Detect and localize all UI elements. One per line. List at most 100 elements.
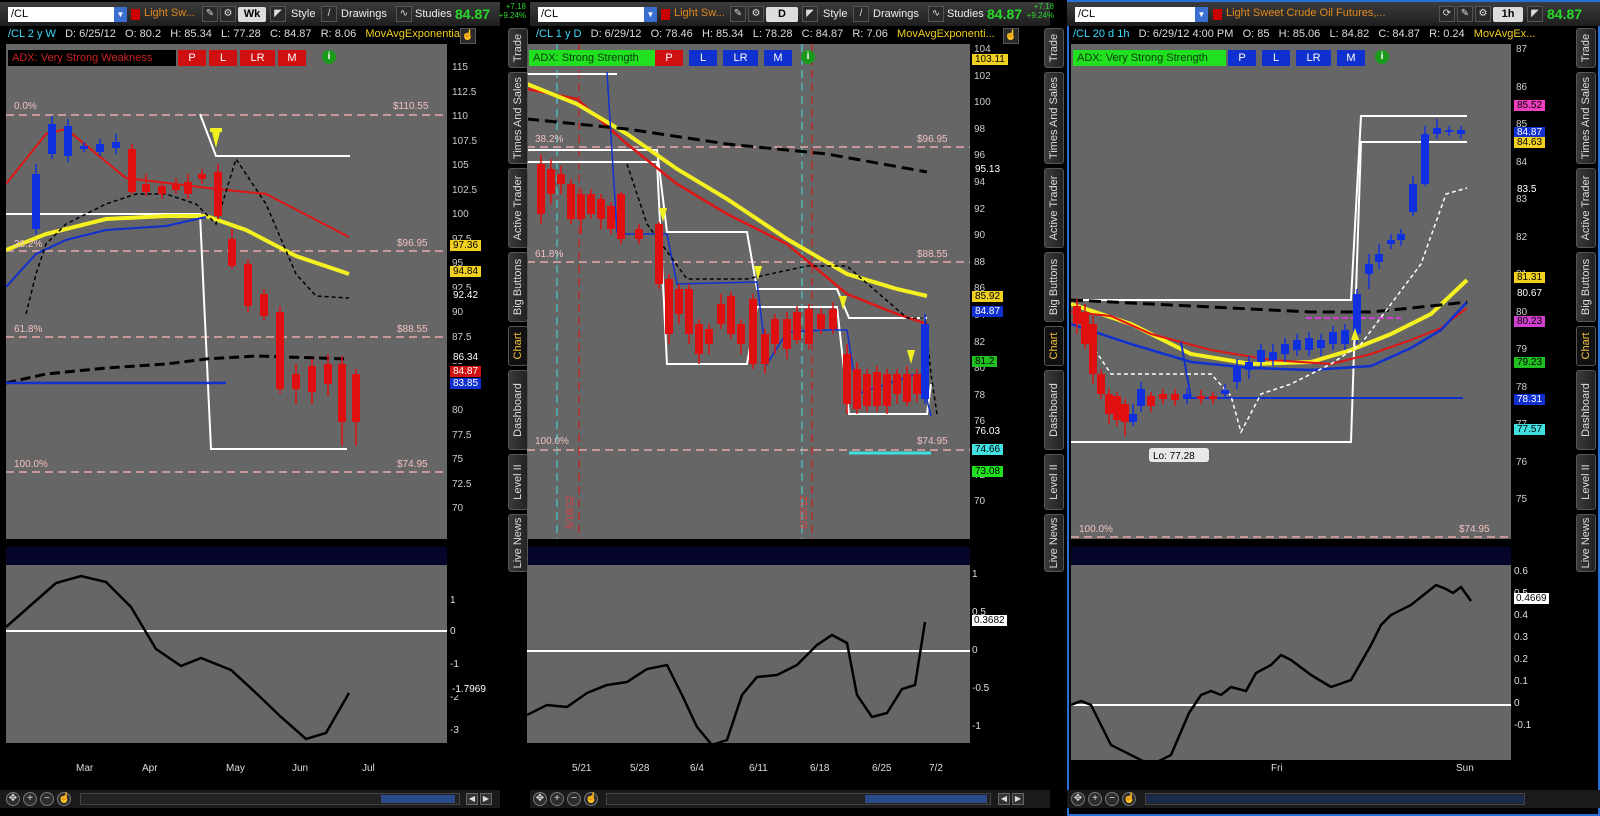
side-tab[interactable]: Active Trader	[1044, 168, 1064, 248]
chart-settings-icon[interactable]: ☝	[1003, 28, 1019, 44]
scroll-left-icon[interactable]: ◀	[998, 793, 1010, 805]
adx-button-lr[interactable]: LR	[1296, 50, 1331, 66]
oscillator-chart[interactable]	[5, 565, 447, 743]
side-tab[interactable]: Chart	[1576, 326, 1596, 366]
oscillator-chart[interactable]	[526, 565, 970, 747]
style-menu[interactable]: Style	[823, 6, 847, 22]
zoom-out-icon[interactable]: −	[1105, 792, 1119, 806]
side-tab[interactable]: Dashboard	[1044, 370, 1064, 450]
adx-button-lr[interactable]: LR	[723, 50, 758, 66]
scroll-thumb[interactable]	[865, 795, 987, 803]
style-icon[interactable]: ◤	[802, 6, 818, 22]
pan-icon[interactable]: ✥	[1071, 792, 1085, 806]
side-tab[interactable]: Trade	[1044, 28, 1064, 68]
style-icon[interactable]: ◤	[1527, 6, 1543, 22]
hand-icon[interactable]: ☝	[584, 792, 598, 806]
drawings-icon[interactable]: /	[853, 6, 869, 22]
scroll-right-icon[interactable]: ▶	[1012, 793, 1024, 805]
price-chart[interactable]: Lo: 77.28 100.0% $74.95 ADX: Very Strong…	[1070, 44, 1511, 539]
time-scrollbar[interactable]	[80, 793, 460, 805]
time-tick: 6/25	[872, 763, 892, 774]
refresh-icon[interactable]: ⟳	[1439, 6, 1455, 22]
aggregation-selector[interactable]: Wk	[238, 7, 266, 22]
change-percent: +9.24%	[498, 11, 526, 20]
side-tab[interactable]: Active Trader	[508, 168, 528, 248]
side-tab[interactable]: Level II	[1576, 454, 1596, 510]
side-tab[interactable]: Trade	[508, 28, 528, 68]
style-menu[interactable]: Style	[291, 6, 315, 22]
side-tab[interactable]: Times And Sales	[1044, 72, 1064, 164]
hand-icon[interactable]: ☝	[1122, 792, 1136, 806]
side-tab[interactable]: Live News	[1044, 514, 1064, 572]
adx-button-p[interactable]: P	[178, 50, 206, 66]
pan-icon[interactable]: ✥	[6, 792, 20, 806]
side-tab[interactable]: Dashboard	[508, 370, 528, 450]
side-tab[interactable]: Live News	[1576, 514, 1596, 572]
side-tab[interactable]: Live News	[508, 514, 528, 572]
scroll-thumb[interactable]	[1146, 795, 1524, 803]
price-chart[interactable]: 0.0% $110.55 38.2% $96.95 61.8% $88.55 1…	[5, 44, 447, 539]
drawings-icon[interactable]: /	[321, 6, 337, 22]
studies-menu[interactable]: Studies	[415, 6, 452, 22]
oscillator-chart[interactable]	[1070, 565, 1511, 767]
side-tab[interactable]: Level II	[508, 454, 528, 510]
zoom-in-icon[interactable]: +	[550, 792, 564, 806]
wrench-icon[interactable]: ⚙	[748, 6, 764, 22]
aggregation-selector[interactable]: D	[766, 7, 798, 22]
side-tab[interactable]: Times And Sales	[1576, 72, 1596, 164]
adx-button-m[interactable]: M	[278, 50, 306, 66]
pan-icon[interactable]: ✥	[533, 792, 547, 806]
symbol-input[interactable]: /CL	[538, 7, 644, 22]
pencil-icon[interactable]: ✎	[730, 6, 746, 22]
adx-button-l[interactable]: L	[1262, 50, 1290, 66]
drawings-menu[interactable]: Drawings	[873, 6, 919, 22]
adx-button-m[interactable]: M	[1337, 50, 1365, 66]
side-tab[interactable]: Chart	[1044, 326, 1064, 366]
wrench-icon[interactable]: ⚙	[220, 6, 236, 22]
symbol-input[interactable]: /CL	[8, 7, 114, 22]
side-tab[interactable]: Big Buttons	[508, 252, 528, 322]
time-scrollbar[interactable]	[1145, 793, 1525, 805]
side-tab[interactable]: Active Trader	[1576, 168, 1596, 248]
scroll-left-icon[interactable]: ◀	[466, 793, 478, 805]
adx-button-lr[interactable]: LR	[240, 50, 275, 66]
drawings-menu[interactable]: Drawings	[341, 6, 387, 22]
zoom-out-icon[interactable]: −	[40, 792, 54, 806]
adx-button-l[interactable]: L	[689, 50, 717, 66]
side-tab[interactable]: Times And Sales	[508, 72, 528, 164]
adx-button-m[interactable]: M	[764, 50, 792, 66]
zoom-in-icon[interactable]: +	[1088, 792, 1102, 806]
info-icon[interactable]: i	[1375, 50, 1389, 64]
adx-button-p[interactable]: P	[1228, 50, 1256, 66]
symbol-dropdown-icon[interactable]: ▼	[644, 7, 657, 22]
time-scrollbar[interactable]	[606, 793, 991, 805]
scroll-right-icon[interactable]: ▶	[480, 793, 492, 805]
zoom-out-icon[interactable]: −	[567, 792, 581, 806]
symbol-dropdown-icon[interactable]: ▼	[1195, 7, 1208, 22]
info-icon[interactable]: i	[801, 50, 815, 64]
side-tab[interactable]: Dashboard	[1576, 370, 1596, 450]
wrench-icon[interactable]: ⚙	[1475, 6, 1491, 22]
studies-icon[interactable]: ∿	[396, 6, 412, 22]
aggregation-selector[interactable]: 1h	[1493, 7, 1523, 22]
side-tab[interactable]: Level II	[1044, 454, 1064, 510]
studies-icon[interactable]: ∿	[928, 6, 944, 22]
side-tab[interactable]: Chart	[508, 326, 528, 366]
studies-menu[interactable]: Studies	[947, 6, 984, 22]
adx-button-l[interactable]: L	[209, 50, 237, 66]
side-tab[interactable]: Trade	[1576, 28, 1596, 68]
side-tab[interactable]: Big Buttons	[1576, 252, 1596, 322]
style-icon[interactable]: ◤	[270, 6, 286, 22]
hand-icon[interactable]: ☝	[57, 792, 71, 806]
price-chart[interactable]: 38.2% $96.95 61.8% $88.55 100.0% $74.95 …	[526, 44, 970, 539]
info-icon[interactable]: i	[322, 50, 336, 64]
pencil-icon[interactable]: ✎	[1457, 6, 1473, 22]
symbol-dropdown-icon[interactable]: ▼	[114, 7, 127, 22]
chart-settings-icon[interactable]: ☝	[460, 28, 476, 44]
scroll-thumb[interactable]	[381, 795, 455, 803]
symbol-input[interactable]: /CL	[1075, 7, 1195, 22]
zoom-in-icon[interactable]: +	[23, 792, 37, 806]
adx-button-p[interactable]: P	[655, 50, 683, 66]
side-tab[interactable]: Big Buttons	[1044, 252, 1064, 322]
pencil-icon[interactable]: ✎	[202, 6, 218, 22]
